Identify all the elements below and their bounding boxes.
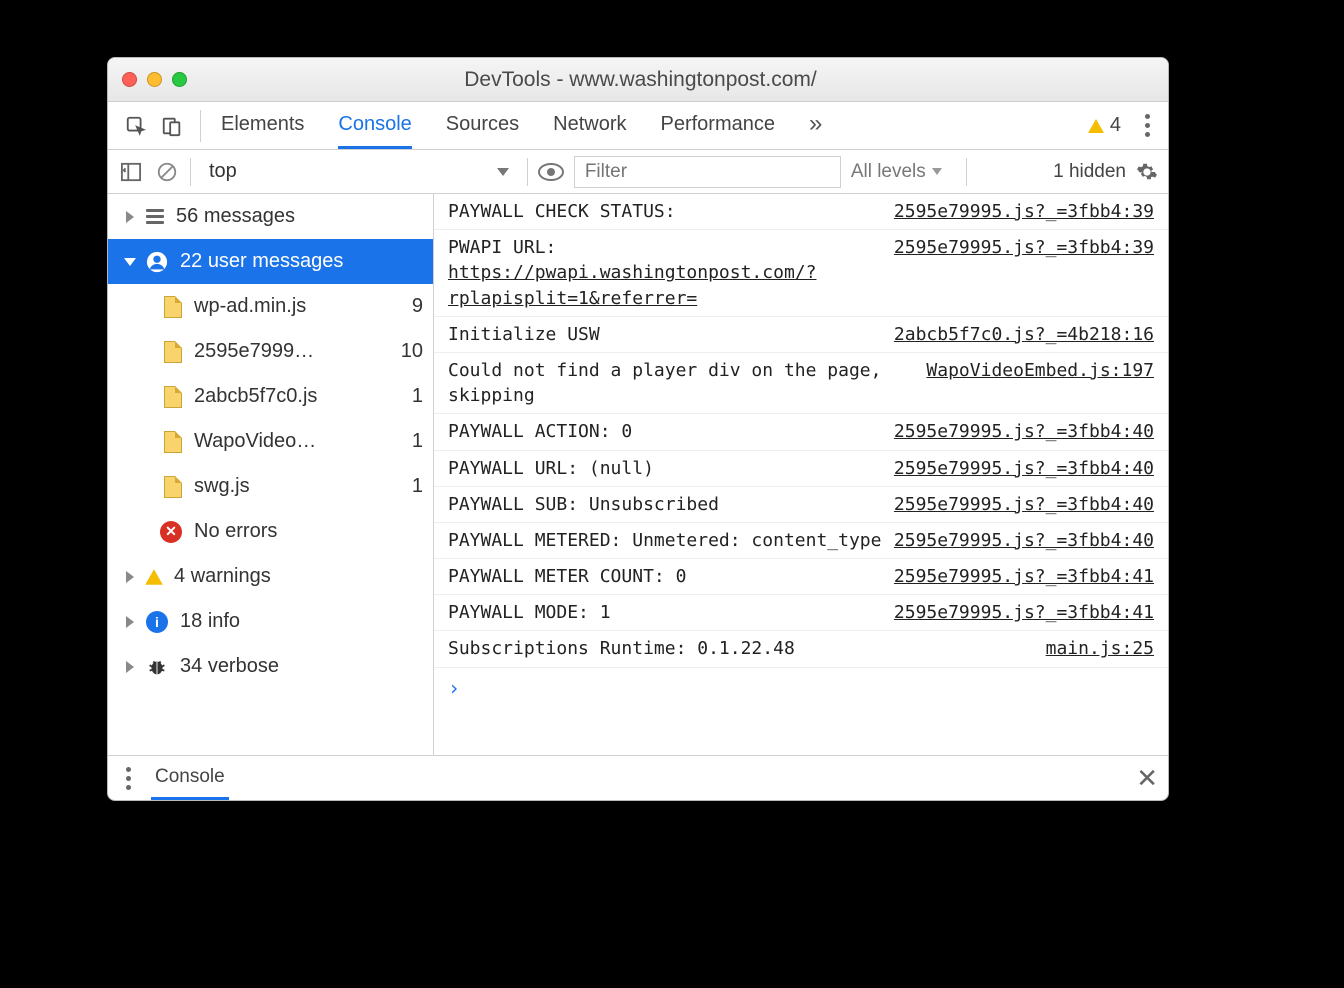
caret-down-icon [497, 168, 509, 176]
log-entry[interactable]: PAYWALL METERED: Unmetered: content_type… [434, 523, 1168, 559]
source-link[interactable]: 2595e79995.js?_=3fbb4:40 [894, 419, 1154, 444]
drawer: Console ✕ [108, 756, 1168, 800]
settings-menu-button[interactable] [1137, 108, 1158, 143]
source-link[interactable]: WapoVideoEmbed.js:197 [926, 358, 1154, 408]
close-drawer-icon[interactable]: ✕ [1136, 763, 1158, 794]
user-icon [146, 251, 168, 273]
tab-performance[interactable]: Performance [661, 102, 776, 149]
source-link[interactable]: 2595e79995.js?_=3fbb4:40 [894, 492, 1154, 517]
close-window-button[interactable] [122, 72, 137, 87]
source-link[interactable]: 2595e79995.js?_=3fbb4:40 [894, 456, 1154, 481]
execution-context-selector[interactable]: top [201, 158, 517, 185]
log-entry[interactable]: PAYWALL SUB: Unsubscribed2595e79995.js?_… [434, 487, 1168, 523]
disclosure-triangle-icon [126, 661, 134, 673]
log-entry[interactable]: Subscriptions Runtime: 0.1.22.48main.js:… [434, 631, 1168, 667]
sidebar-file-item[interactable]: 2abcb5f7c0.js 1 [108, 374, 433, 419]
drawer-tab-console[interactable]: Console [151, 756, 229, 800]
main-tabs: Elements Console Sources Network Perform… [221, 102, 822, 149]
zoom-window-button[interactable] [172, 72, 187, 87]
error-icon: ✕ [160, 521, 182, 543]
filter-input[interactable] [574, 156, 841, 188]
console-prompt[interactable]: › [434, 668, 1168, 708]
warnings-badge[interactable]: 4 [1088, 114, 1121, 137]
log-entry[interactable]: PAYWALL METER COUNT: 02595e79995.js?_=3f… [434, 559, 1168, 595]
disclosure-triangle-icon [126, 211, 134, 223]
log-levels-selector[interactable]: All levels [851, 161, 942, 183]
warning-icon [145, 569, 163, 584]
tab-sources[interactable]: Sources [446, 102, 519, 149]
sidebar-verbose[interactable]: 34 verbose [108, 644, 433, 689]
more-tabs-button[interactable]: » [809, 102, 822, 149]
window-title: DevTools - www.washingtonpost.com/ [187, 68, 1094, 92]
drawer-menu-button[interactable] [118, 761, 139, 796]
sidebar-warnings[interactable]: 4 warnings [108, 554, 433, 599]
source-link[interactable]: 2595e79995.js?_=3fbb4:41 [894, 600, 1154, 625]
bug-icon [146, 656, 168, 678]
url-link[interactable]: https://pwapi.washingtonpost.com/?rplapi… [448, 262, 816, 308]
caret-down-icon [932, 168, 942, 175]
log-entry[interactable]: Could not find a player div on the page,… [434, 353, 1168, 414]
sidebar-file-item[interactable]: wp-ad.min.js 9 [108, 284, 433, 329]
live-expression-icon[interactable] [538, 159, 564, 185]
minimize-window-button[interactable] [147, 72, 162, 87]
inspect-element-icon[interactable] [118, 108, 154, 144]
source-link[interactable]: 2595e79995.js?_=3fbb4:41 [894, 564, 1154, 589]
log-entry[interactable]: Initialize USW2abcb5f7c0.js?_=4b218:16 [434, 317, 1168, 353]
devtools-window: DevTools - www.washingtonpost.com/ Eleme… [107, 57, 1169, 801]
toggle-sidebar-icon[interactable] [118, 159, 144, 185]
warnings-count: 4 [1110, 114, 1121, 137]
clear-console-icon[interactable] [154, 159, 180, 185]
log-entry[interactable]: PAYWALL ACTION: 02595e79995.js?_=3fbb4:4… [434, 414, 1168, 450]
console-sidebar: 56 messages 22 user messages wp-ad.min.j… [108, 194, 434, 755]
file-icon [164, 386, 182, 408]
source-link[interactable]: 2595e79995.js?_=3fbb4:39 [894, 235, 1154, 311]
sidebar-file-item[interactable]: WapoVideo… 1 [108, 419, 433, 464]
disclosure-triangle-icon [126, 571, 134, 583]
sidebar-all-messages[interactable]: 56 messages [108, 194, 433, 239]
file-icon [164, 476, 182, 498]
log-entry[interactable]: PWAPI URL: https://pwapi.washingtonpost.… [434, 230, 1168, 317]
tab-elements[interactable]: Elements [221, 102, 304, 149]
list-icon [146, 209, 164, 224]
file-icon [164, 296, 182, 318]
console-toolbar: top All levels 1 hidden [108, 150, 1168, 194]
source-link[interactable]: 2595e79995.js?_=3fbb4:40 [894, 528, 1154, 553]
source-link[interactable]: 2abcb5f7c0.js?_=4b218:16 [894, 322, 1154, 347]
device-toolbar-icon[interactable] [154, 108, 190, 144]
file-icon [164, 431, 182, 453]
sidebar-file-item[interactable]: swg.js 1 [108, 464, 433, 509]
tab-network[interactable]: Network [553, 102, 626, 149]
info-icon: i [146, 611, 168, 633]
disclosure-triangle-icon [124, 258, 136, 266]
log-entry[interactable]: PAYWALL MODE: 12595e79995.js?_=3fbb4:41 [434, 595, 1168, 631]
sidebar-user-messages[interactable]: 22 user messages [108, 239, 433, 284]
sidebar-info[interactable]: i 18 info [108, 599, 433, 644]
console-settings-icon[interactable] [1136, 161, 1158, 183]
tab-console[interactable]: Console [338, 102, 411, 149]
log-entry[interactable]: PAYWALL CHECK STATUS:2595e79995.js?_=3fb… [434, 194, 1168, 230]
file-icon [164, 341, 182, 363]
source-link[interactable]: main.js:25 [1046, 636, 1154, 661]
titlebar: DevTools - www.washingtonpost.com/ [108, 58, 1168, 102]
disclosure-triangle-icon [126, 616, 134, 628]
hidden-count[interactable]: 1 hidden [1053, 161, 1126, 183]
console-log-list[interactable]: PAYWALL CHECK STATUS:2595e79995.js?_=3fb… [434, 194, 1168, 755]
source-link[interactable]: 2595e79995.js?_=3fbb4:39 [894, 199, 1154, 224]
traffic-lights [122, 72, 187, 87]
warning-icon [1088, 119, 1104, 133]
console-main: 56 messages 22 user messages wp-ad.min.j… [108, 194, 1168, 756]
sidebar-file-item[interactable]: 2595e7999… 10 [108, 329, 433, 374]
log-entry[interactable]: PAYWALL URL: (null)2595e79995.js?_=3fbb4… [434, 451, 1168, 487]
sidebar-errors[interactable]: ✕ No errors [108, 509, 433, 554]
panel-tabbar: Elements Console Sources Network Perform… [108, 102, 1168, 150]
